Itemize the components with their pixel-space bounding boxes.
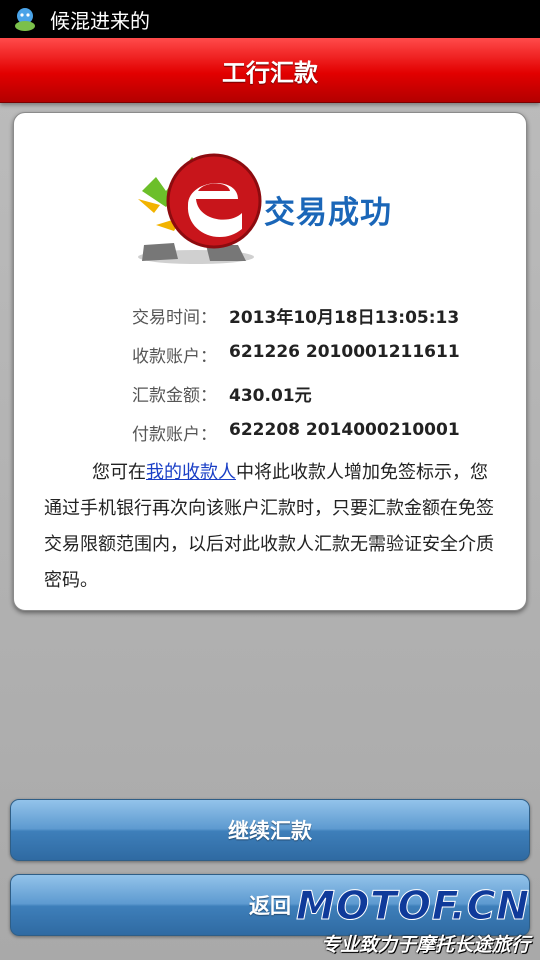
status-bar: 候混进来的 [0,0,540,38]
app-notification-icon [12,6,38,32]
watermark: MOTOF.CN 专业致力于摩托长途旅行 [292,884,536,958]
detail-label: 汇款金额： [132,386,217,406]
watermark-logo: MOTOF.CN [296,884,530,930]
exemption-notice: 您可在我的收款人中将此收款人增加免签标示，您通过手机银行再次向该账户汇款时，只要… [44,455,496,599]
transaction-success-text: 交易成功 [264,195,392,231]
my-payees-link[interactable]: 我的收款人 [146,462,236,483]
detail-value: 622208 2014000210001 [229,420,460,440]
success-check-e-mascot-icon [134,133,264,271]
detail-label: 付款账户： [132,425,217,445]
notice-prefix: 您可在 [92,462,146,483]
status-notification-text: 候混进来的 [50,8,150,33]
detail-row-time: 交易时间： 2013年10月18日13:05:13 [14,303,526,333]
header-bar: 工行汇款 [0,38,540,103]
watermark-tagline: 专业致力于摩托长途旅行 [320,934,530,956]
detail-value: 621226 2010001211611 [229,342,460,362]
detail-row-payee-account: 收款账户： 621226 2010001211611 [14,342,526,372]
result-card: 交易成功 交易时间： 2013年10月18日13:05:13 收款账户： 621… [13,112,527,611]
detail-row-payer-account: 付款账户： 622208 2014000210001 [14,420,526,450]
detail-value: 430.01元 [229,386,312,406]
detail-label: 收款账户： [132,347,217,367]
detail-label: 交易时间： [132,308,217,328]
page-title: 工行汇款 [222,58,318,87]
detail-row-amount: 汇款金额： 430.01元 [14,381,526,411]
continue-transfer-button[interactable]: 继续汇款 [10,799,530,861]
detail-value: 2013年10月18日13:05:13 [229,308,460,328]
